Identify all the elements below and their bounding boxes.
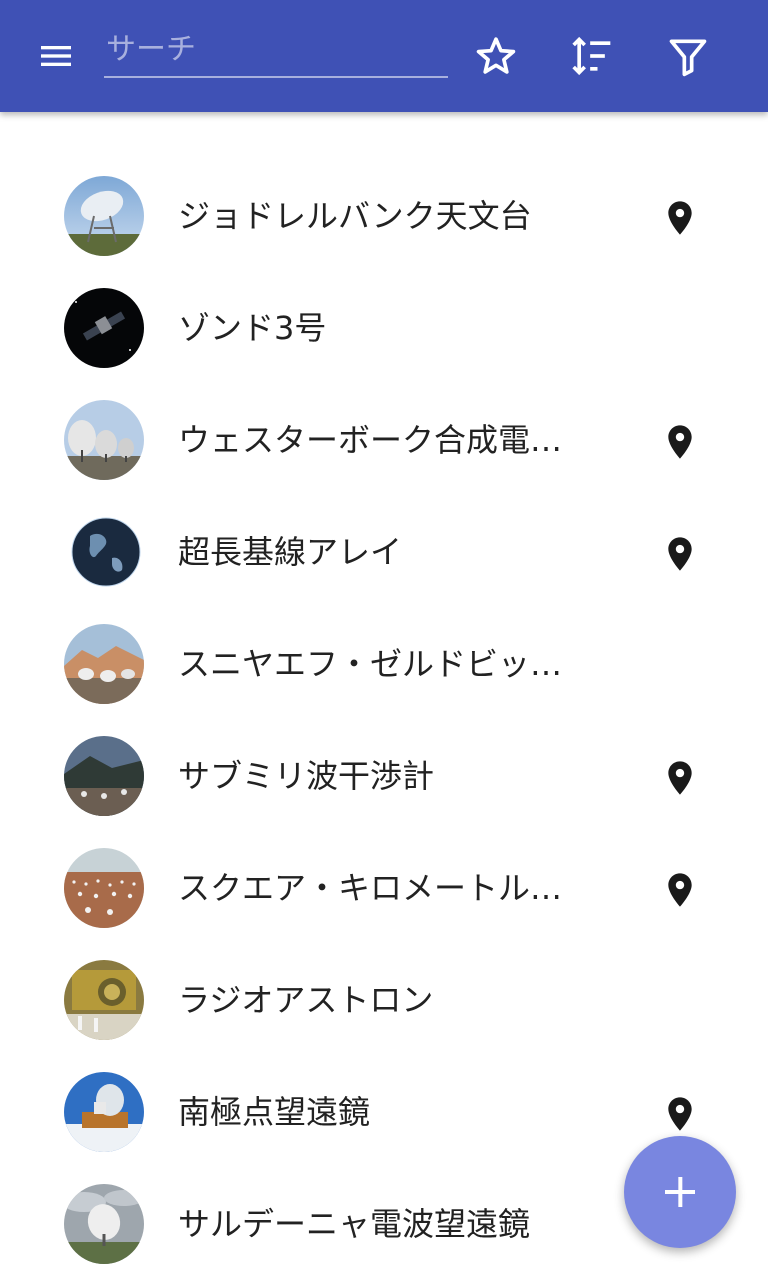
item-thumbnail [64, 176, 144, 256]
list-item[interactable]: ラジオアストロン [0, 944, 768, 1056]
item-thumbnail [64, 400, 144, 480]
add-icon [665, 1177, 695, 1207]
add-button[interactable] [624, 1136, 736, 1248]
item-thumbnail [64, 1184, 144, 1264]
location-pin-icon[interactable] [660, 1092, 700, 1136]
telescope-list: ジョドレルバンク天文台ゾンド3号ウェスターボーク合成電波望遠鏡超長基線アレイスニ… [0, 160, 768, 1280]
list-item[interactable]: 超長基線アレイ [0, 496, 768, 608]
search-field [104, 22, 448, 82]
item-label: 南極点望遠鏡 [178, 1093, 371, 1131]
search-input[interactable] [104, 22, 448, 78]
list-item[interactable]: スクエア・キロメートル・アレイ [0, 832, 768, 944]
item-label: 超長基線アレイ [178, 533, 403, 571]
menu-icon [41, 46, 71, 66]
item-thumbnail [64, 512, 144, 592]
item-label: サブミリ波干渉計 [178, 757, 435, 795]
app-toolbar [0, 0, 768, 112]
item-thumbnail [64, 624, 144, 704]
location-pin-icon[interactable] [660, 756, 700, 800]
menu-button[interactable] [24, 24, 88, 88]
star-outline-icon [476, 37, 516, 74]
item-thumbnail [64, 288, 144, 368]
list-item[interactable]: スニヤエフ・ゼルドビッチ配列 [0, 608, 768, 720]
item-thumbnail [64, 1072, 144, 1152]
item-label: ラジオアストロン [178, 981, 434, 1019]
favorites-button[interactable] [464, 24, 528, 88]
filter-button[interactable] [656, 24, 720, 88]
item-label: ゾンド3号 [178, 309, 327, 347]
list-item[interactable]: ウェスターボーク合成電波望遠鏡 [0, 384, 768, 496]
item-label: ウェスターボーク合成電波望遠鏡 [178, 421, 588, 459]
item-label: スクエア・キロメートル・アレイ [178, 869, 588, 907]
item-label: サルデーニャ電波望遠鏡 [178, 1205, 531, 1243]
filter-icon [669, 39, 707, 77]
item-label: ジョドレルバンク天文台 [178, 197, 532, 235]
location-pin-icon[interactable] [660, 196, 700, 240]
item-thumbnail [64, 736, 144, 816]
location-pin-icon[interactable] [660, 532, 700, 576]
list-item[interactable]: ジョドレルバンク天文台 [0, 160, 768, 272]
item-thumbnail [64, 848, 144, 928]
item-thumbnail [64, 960, 144, 1040]
location-pin-icon[interactable] [660, 868, 700, 912]
location-pin-icon[interactable] [660, 420, 700, 464]
sort-button[interactable] [560, 24, 624, 88]
app-screen: ジョドレルバンク天文台ゾンド3号ウェスターボーク合成電波望遠鏡超長基線アレイスニ… [0, 0, 768, 1280]
list-item[interactable]: サブミリ波干渉計 [0, 720, 768, 832]
item-label: スニヤエフ・ゼルドビッチ配列 [178, 645, 588, 683]
sort-icon [572, 36, 611, 76]
list-item[interactable]: ゾンド3号 [0, 272, 768, 384]
